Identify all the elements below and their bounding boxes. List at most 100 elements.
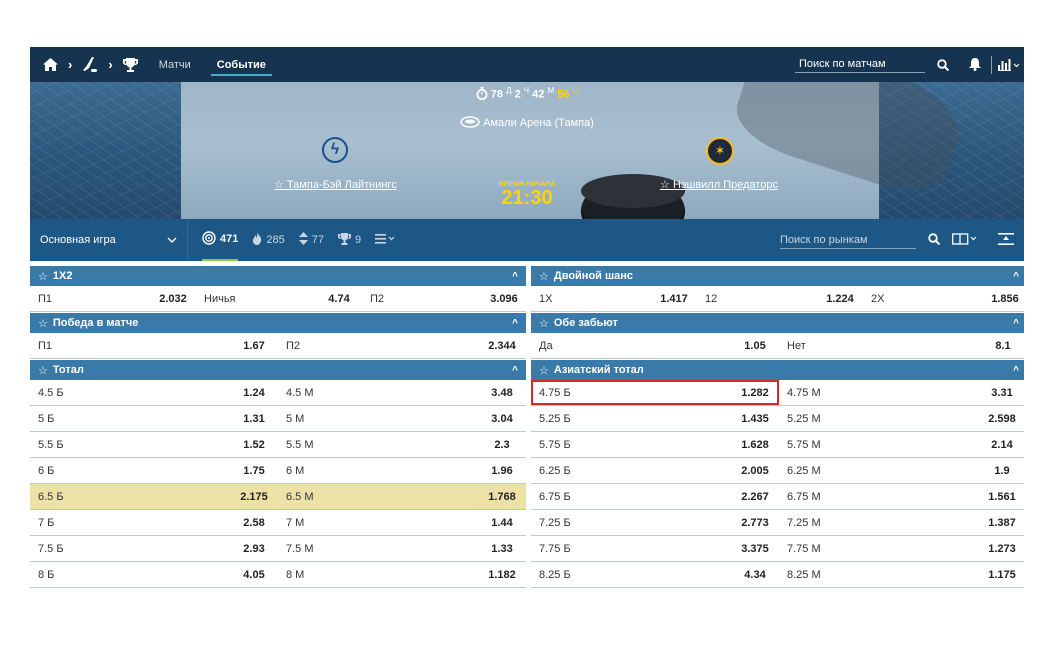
special-markets-counter[interactable]: 9 (337, 232, 361, 248)
odd-value[interactable]: 2.58 (230, 510, 278, 535)
odd-value[interactable]: 3.04 (478, 406, 526, 431)
outcome-label[interactable]: 7 М (278, 510, 478, 535)
chevron-up-icon[interactable]: ^ (1013, 365, 1019, 376)
layout-columns-icon[interactable] (952, 232, 978, 248)
market-search-input[interactable]: Поиск по рынкам (780, 232, 916, 249)
outcome-label[interactable]: 6.5 М (278, 484, 478, 509)
outcome-label[interactable]: 6.25 Б (531, 458, 731, 483)
trophy-icon[interactable] (123, 57, 139, 73)
market-header-total[interactable]: ☆ Тотал ^ (30, 360, 526, 380)
outcome-label[interactable]: 5.75 Б (531, 432, 731, 457)
home-icon[interactable] (42, 57, 58, 73)
odd-value[interactable]: 3.31 (979, 380, 1024, 405)
tab-matches[interactable]: Матчи (153, 59, 197, 71)
odd-value[interactable]: 2.773 (731, 510, 779, 535)
outcome-label[interactable]: 8 М (278, 562, 478, 587)
odd-value[interactable]: 1.561 (979, 484, 1024, 509)
star-icon[interactable]: ☆ (38, 364, 48, 377)
odd-value[interactable]: 1.175 (979, 562, 1024, 587)
away-team-name[interactable]: Нэшвилл Предаторс (673, 179, 778, 191)
odd-value[interactable]: 1.768 (478, 484, 526, 509)
stats-chart-icon[interactable] (998, 57, 1020, 73)
odd-value[interactable]: 1.273 (979, 536, 1024, 561)
outcome-label[interactable]: 7.25 М (779, 510, 979, 535)
outcome-label[interactable]: 4.5 Б (30, 380, 230, 405)
outcome-label[interactable]: 4.5 М (278, 380, 478, 405)
outcome-label[interactable]: 6 Б (30, 458, 230, 483)
star-icon[interactable]: ☆ (38, 270, 48, 283)
highlighted-outcome[interactable]: 4.75 Б 1.282 (531, 380, 779, 405)
collapse-all-icon[interactable] (998, 232, 1014, 248)
odd-value[interactable]: 3.096 (482, 286, 526, 311)
hot-markets-counter[interactable]: 285 (252, 232, 285, 248)
search-icon[interactable] (928, 232, 941, 248)
star-icon[interactable]: ☆ (539, 317, 549, 330)
away-team[interactable]: ☆ Нэшвилл Предаторс (660, 178, 778, 191)
outcome-label[interactable]: 2X (863, 286, 983, 311)
outcome-label[interactable]: 7.75 Б (531, 536, 731, 561)
odd-value[interactable]: 2.3 (478, 432, 526, 457)
star-icon[interactable]: ☆ (38, 317, 48, 330)
odd-value[interactable]: 1.33 (478, 536, 526, 561)
outcome-label[interactable]: 7.5 Б (30, 536, 230, 561)
outcome-label[interactable]: 8.25 М (779, 562, 979, 587)
star-icon[interactable]: ☆ (539, 364, 549, 377)
market-header-btts[interactable]: ☆ Обе забьют ^ (531, 313, 1024, 333)
star-icon[interactable]: ☆ (660, 179, 670, 191)
outcome-label[interactable]: 5.25 М (779, 406, 979, 431)
odd-value[interactable]: 3.375 (731, 536, 779, 561)
bell-icon[interactable] (967, 57, 983, 73)
outcome-label[interactable]: 5 М (278, 406, 478, 431)
odd-value[interactable]: 2.93 (230, 536, 278, 561)
outcome-label[interactable]: 7 Б (30, 510, 230, 535)
chevron-up-icon[interactable]: ^ (512, 365, 518, 376)
odd-value[interactable]: 4.74 (316, 286, 362, 311)
outcome-label[interactable]: 12 (697, 286, 817, 311)
odd-value[interactable]: 1.182 (478, 562, 526, 587)
outcome-label[interactable]: П1 (30, 333, 230, 358)
outcome-label[interactable]: 4.75 М (779, 380, 979, 405)
odd-value[interactable]: 1.05 (731, 333, 779, 358)
list-menu[interactable] (375, 233, 395, 247)
outcome-label[interactable]: П1 (30, 286, 150, 311)
outcome-label[interactable]: 5.5 Б (30, 432, 230, 457)
odd-value[interactable]: 1.282 (731, 380, 779, 405)
outcome-label[interactable]: 7.75 М (779, 536, 979, 561)
odd-value[interactable]: 2.14 (979, 432, 1024, 457)
odd-value[interactable]: 1.96 (478, 458, 526, 483)
outcome-label[interactable]: 5.5 М (278, 432, 478, 457)
market-header-1x2[interactable]: ☆ 1X2 ^ (30, 266, 526, 286)
outcome-label[interactable]: 8 Б (30, 562, 230, 587)
chevron-up-icon[interactable]: ^ (1013, 271, 1019, 282)
market-header-match-winner[interactable]: ☆ Победа в матче ^ (30, 313, 526, 333)
odd-value[interactable]: 1.435 (731, 406, 779, 431)
odd-value[interactable]: 1.52 (230, 432, 278, 457)
outcome-label[interactable]: П2 (362, 286, 482, 311)
odd-value[interactable]: 2.005 (731, 458, 779, 483)
outcome-label[interactable]: 7.5 М (278, 536, 478, 561)
odd-value[interactable]: 2.175 (230, 484, 278, 509)
odd-value[interactable]: 2.267 (731, 484, 779, 509)
all-markets-counter[interactable]: 471 (202, 219, 239, 261)
chevron-up-icon[interactable]: ^ (1013, 318, 1019, 329)
outcome-label[interactable]: 6 М (278, 458, 478, 483)
outcome-label[interactable]: 6.5 Б (30, 484, 230, 509)
outcome-label[interactable]: Да (531, 333, 731, 358)
tab-event[interactable]: Событие (210, 59, 272, 76)
star-icon[interactable]: ☆ (539, 270, 549, 283)
odd-value[interactable]: 2.032 (150, 286, 196, 311)
hockey-icon[interactable] (82, 56, 98, 73)
outcome-label[interactable]: 5 Б (30, 406, 230, 431)
odd-value[interactable]: 1.44 (478, 510, 526, 535)
odd-value[interactable]: 1.417 (651, 286, 697, 311)
odd-value[interactable]: 1.75 (230, 458, 278, 483)
odd-value[interactable]: 2.598 (979, 406, 1024, 431)
outcome-label[interactable]: 6.75 М (779, 484, 979, 509)
outcome-label[interactable]: 5.25 Б (531, 406, 731, 431)
chevron-up-icon[interactable]: ^ (512, 318, 518, 329)
market-header-double-chance[interactable]: ☆ Двойной шанс ^ (531, 266, 1024, 286)
outcome-label[interactable]: 6.25 М (779, 458, 979, 483)
odd-value[interactable]: 1.856 (983, 286, 1024, 311)
totals-markets-counter[interactable]: 77 (298, 232, 324, 248)
odd-value[interactable]: 1.224 (817, 286, 863, 311)
